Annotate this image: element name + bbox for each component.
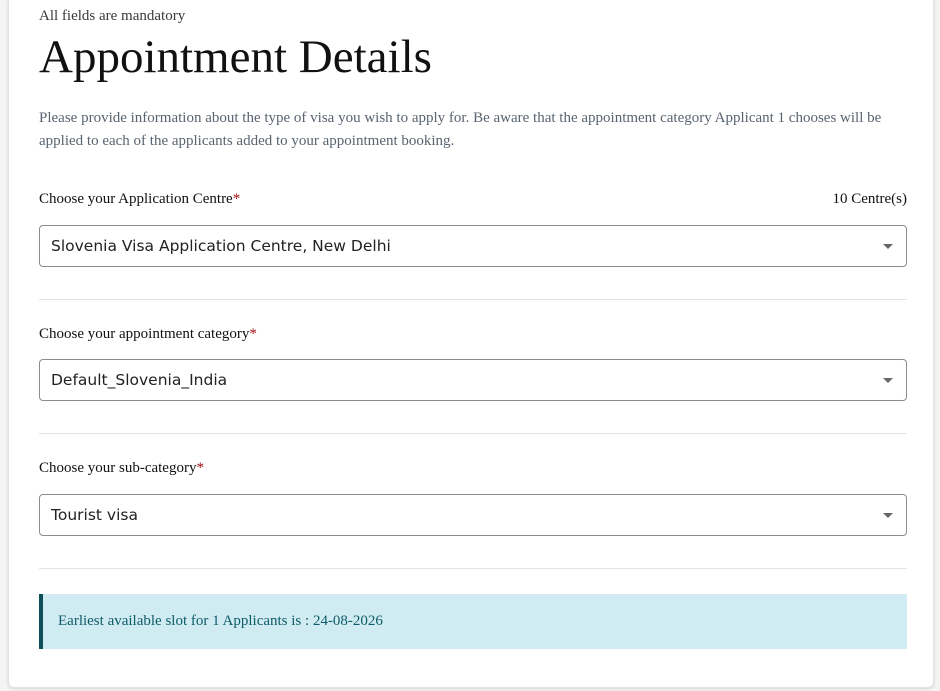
mandatory-note: All fields are mandatory [39,8,186,24]
chevron-down-icon[interactable] [883,377,893,383]
application-centre-select[interactable]: Slovenia Visa Application Centre, New De… [39,225,907,267]
sub-category-value: Tourist visa [51,506,138,524]
subcategory-label: Choose your sub-category* [39,460,204,476]
category-label-row: Choose your appointment category* [39,326,907,343]
required-marker: * [196,460,204,476]
divider [39,299,907,300]
required-marker: * [249,326,257,342]
centre-count: 10 Centre(s) [832,191,907,207]
earliest-slot-alert: Earliest available slot for 1 Applicants… [39,594,907,649]
category-label: Choose your appointment category* [39,326,257,342]
centre-label: Choose your Application Centre* [39,191,241,207]
divider [39,568,907,569]
appointment-category-value: Default_Slovenia_India [51,371,228,389]
required-marker: * [232,191,241,207]
chevron-down-icon[interactable] [883,243,893,249]
appointment-category-select[interactable]: Default_Slovenia_India [39,359,907,401]
appointment-details-card: All fields are mandatory Appointment Det… [8,0,934,688]
subcategory-label-row: Choose your sub-category* [39,460,907,477]
divider [39,433,907,434]
chevron-down-icon[interactable] [883,512,893,518]
page-description: Please provide information about the typ… [39,110,882,149]
sub-category-select[interactable]: Tourist visa [39,494,907,536]
centre-label-row: Choose your Application Centre* 10 Centr… [39,191,907,208]
page-title: Appointment Details [39,31,432,83]
application-centre-value: Slovenia Visa Application Centre, New De… [51,237,391,255]
